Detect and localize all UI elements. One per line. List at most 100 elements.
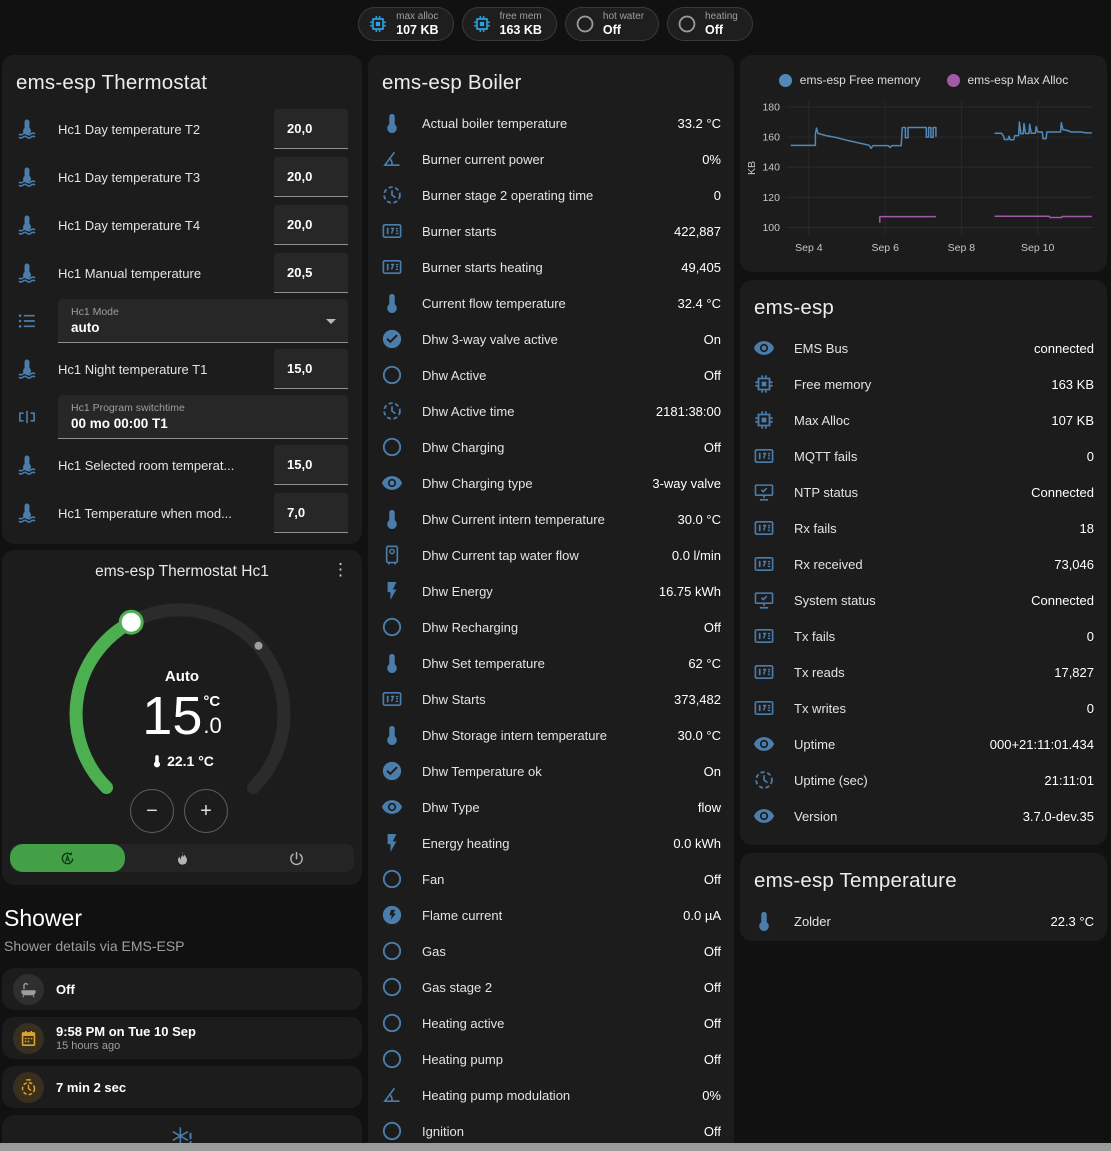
- entity-row-energy-heating[interactable]: Energy heating0.0 kWh: [368, 825, 734, 861]
- entity-row-dhw-temperature-ok[interactable]: Dhw Temperature okOn: [368, 753, 734, 789]
- entity-row-dhw-active-time[interactable]: Dhw Active time2181:38:00: [368, 393, 734, 429]
- entity-row-ems-bus[interactable]: EMS Busconnected: [740, 330, 1107, 366]
- entity-row-dhw-3-way-valve-active[interactable]: Dhw 3-way valve activeOn: [368, 321, 734, 357]
- svg-text:Sep 10: Sep 10: [1021, 242, 1054, 254]
- badge-max-alloc[interactable]: max alloc107 KB: [358, 7, 453, 41]
- entity-row-dhw-set-temperature[interactable]: Dhw Set temperature62 °C: [368, 645, 734, 681]
- badge-free-mem[interactable]: free mem163 KB: [462, 7, 557, 41]
- entity-label: Dhw Current intern temperature: [422, 512, 677, 527]
- entity-row-dhw-active[interactable]: Dhw ActiveOff: [368, 357, 734, 393]
- badge-hot-water[interactable]: hot waterOff: [565, 7, 659, 41]
- entity-row-current-flow-temperature[interactable]: Current flow temperature32.4 °C: [368, 285, 734, 321]
- entity-row-gas[interactable]: GasOff: [368, 933, 734, 969]
- memory-history-chart-card: ems-esp Free memoryems-esp Max Alloc 100…: [740, 55, 1107, 272]
- number-input-hc1-temperature-when-mod[interactable]: 7,0: [274, 493, 348, 533]
- entity-row-dhw-recharging[interactable]: Dhw RechargingOff: [368, 609, 734, 645]
- thermometer-icon: [381, 652, 403, 674]
- entity-row-actual-boiler-temperature[interactable]: Actual boiler temperature33.2 °C: [368, 105, 734, 141]
- mode-thermostat-auto-button[interactable]: [10, 844, 125, 872]
- entity-row-ntp-status[interactable]: NTP statusConnected: [740, 474, 1107, 510]
- shower-card-off[interactable]: Off: [2, 968, 362, 1010]
- entity-row-burner-starts[interactable]: Burner starts422,887: [368, 213, 734, 249]
- entity-row-max-alloc[interactable]: Max Alloc107 KB: [740, 402, 1107, 438]
- entity-row-flame-current[interactable]: Flame current0.0 µA: [368, 897, 734, 933]
- number-input-hc1-day-temperature-t3[interactable]: 20,0: [274, 157, 348, 197]
- badge-value: Off: [603, 23, 644, 37]
- thermometer-icon: [753, 910, 775, 932]
- entity-row-heating-active[interactable]: Heating activeOff: [368, 1005, 734, 1041]
- entity-row-mqtt-fails[interactable]: MQTT fails0: [740, 438, 1107, 474]
- select-hc1-mode[interactable]: Hc1 Modeauto: [58, 299, 348, 343]
- entity-row-heating-pump-modulation[interactable]: Heating pump modulation0%: [368, 1077, 734, 1113]
- entity-value: flow: [698, 800, 721, 815]
- entity-label: Ignition: [422, 1124, 704, 1139]
- entity-row-burner-starts-heating[interactable]: Burner starts heating49,405: [368, 249, 734, 285]
- chip-icon: [368, 14, 388, 34]
- entity-row-rx-fails[interactable]: Rx fails18: [740, 510, 1107, 546]
- text-input-hc1-program-switchtime[interactable]: Hc1 Program switchtime00 mo 00:00 T1: [58, 395, 348, 439]
- entity-row-dhw-storage-intern-temperature[interactable]: Dhw Storage intern temperature30.0 °C: [368, 717, 734, 753]
- entity-row-dhw-charging[interactable]: Dhw ChargingOff: [368, 429, 734, 465]
- entity-row-dhw-starts[interactable]: Dhw Starts373,482: [368, 681, 734, 717]
- entity-label: Dhw Current tap water flow: [422, 548, 672, 563]
- entity-value: Off: [704, 440, 721, 455]
- thermostat-row-hc1-selected-room-temperat: Hc1 Selected room temperat...15,0: [2, 441, 362, 489]
- entity-row-zolder[interactable]: Zolder22.3 °C: [740, 903, 1107, 939]
- svg-text:Sep 8: Sep 8: [948, 242, 976, 254]
- svg-text:180: 180: [762, 102, 780, 114]
- chip-icon: [753, 373, 775, 395]
- entity-row-dhw-energy[interactable]: Dhw Energy16.75 kWh: [368, 573, 734, 609]
- mode-fire-button[interactable]: [125, 844, 240, 872]
- legend-item-ems-esp-max-alloc[interactable]: ems-esp Max Alloc: [947, 73, 1069, 87]
- decrease-temperature-button[interactable]: −: [130, 789, 174, 833]
- entity-label: MQTT fails: [794, 449, 1087, 464]
- horizontal-scrollbar[interactable]: [0, 1143, 1111, 1151]
- entity-row-dhw-current-tap-water-flow[interactable]: Dhw Current tap water flow0.0 l/min: [368, 537, 734, 573]
- number-input-hc1-day-temperature-t4[interactable]: 20,0: [274, 205, 348, 245]
- entity-value: 30.0 °C: [677, 728, 721, 743]
- entity-row-burner-stage-2-operating-time[interactable]: Burner stage 2 operating time0: [368, 177, 734, 213]
- number-input-hc1-selected-room-temperat[interactable]: 15,0: [274, 445, 348, 485]
- number-input-hc1-manual-temperature[interactable]: 20,5: [274, 253, 348, 293]
- entity-row-dhw-charging-type[interactable]: Dhw Charging type3-way valve: [368, 465, 734, 501]
- entity-row-tx-writes[interactable]: Tx writes0: [740, 690, 1107, 726]
- entity-row-heating-pump[interactable]: Heating pumpOff: [368, 1041, 734, 1077]
- entity-row-version[interactable]: Version3.7.0-dev.35: [740, 798, 1107, 834]
- entity-value: Off: [704, 1016, 721, 1031]
- shower-card-7-min-2-sec[interactable]: 7 min 2 sec: [2, 1066, 362, 1108]
- shower-subtitle: Shower details via EMS-ESP: [4, 938, 360, 954]
- entity-row-tx-fails[interactable]: Tx fails0: [740, 618, 1107, 654]
- entity-row-uptime-sec[interactable]: Uptime (sec)21:11:01: [740, 762, 1107, 798]
- entity-row-fan[interactable]: FanOff: [368, 861, 734, 897]
- entity-row-rx-received[interactable]: Rx received73,046: [740, 546, 1107, 582]
- entity-row-uptime[interactable]: Uptime000+21:11:01.434: [740, 726, 1107, 762]
- increase-temperature-button[interactable]: +: [184, 789, 228, 833]
- badge-heating[interactable]: heatingOff: [667, 7, 753, 41]
- entity-label: Dhw Storage intern temperature: [422, 728, 677, 743]
- angle-icon: [381, 148, 403, 170]
- entity-row-gas-stage-2[interactable]: Gas stage 2Off: [368, 969, 734, 1005]
- entity-value: Off: [704, 980, 721, 995]
- shower-card-9-58-pm-on-tue-10-sep[interactable]: 9:58 PM on Tue 10 Sep15 hours ago: [2, 1017, 362, 1059]
- entity-label: Uptime (sec): [794, 773, 1044, 788]
- number-input-hc1-day-temperature-t2[interactable]: 20,0: [274, 109, 348, 149]
- setpoint-knob[interactable]: [120, 611, 142, 633]
- legend-item-ems-esp-free-memory[interactable]: ems-esp Free memory: [779, 73, 921, 87]
- thermostat-row-hc1-day-temperature-t2: Hc1 Day temperature T220,0: [2, 105, 362, 153]
- target-decimal: .0: [203, 716, 221, 736]
- entity-row-free-memory[interactable]: Free memory163 KB: [740, 366, 1107, 402]
- number-input-hc1-night-temperature-t1[interactable]: 15,0: [274, 349, 348, 389]
- mode-power-button[interactable]: [239, 844, 354, 872]
- water-boiler-icon: [381, 544, 403, 566]
- entity-row-burner-current-power[interactable]: Burner current power0%: [368, 141, 734, 177]
- check-circle-icon: [381, 760, 403, 782]
- entity-row-dhw-type[interactable]: Dhw Typeflow: [368, 789, 734, 825]
- thermostat-rows: Hc1 Day temperature T220,0Hc1 Day temper…: [2, 105, 362, 537]
- entity-row-dhw-current-intern-temperature[interactable]: Dhw Current intern temperature30.0 °C: [368, 501, 734, 537]
- entity-row-tx-reads[interactable]: Tx reads17,827: [740, 654, 1107, 690]
- badge-label: free mem: [500, 11, 542, 23]
- entity-row-system-status[interactable]: System statusConnected: [740, 582, 1107, 618]
- legend-label: ems-esp Free memory: [800, 73, 921, 87]
- entity-label: EMS Bus: [794, 341, 1034, 356]
- row-label: Hc1 Manual temperature: [58, 266, 274, 281]
